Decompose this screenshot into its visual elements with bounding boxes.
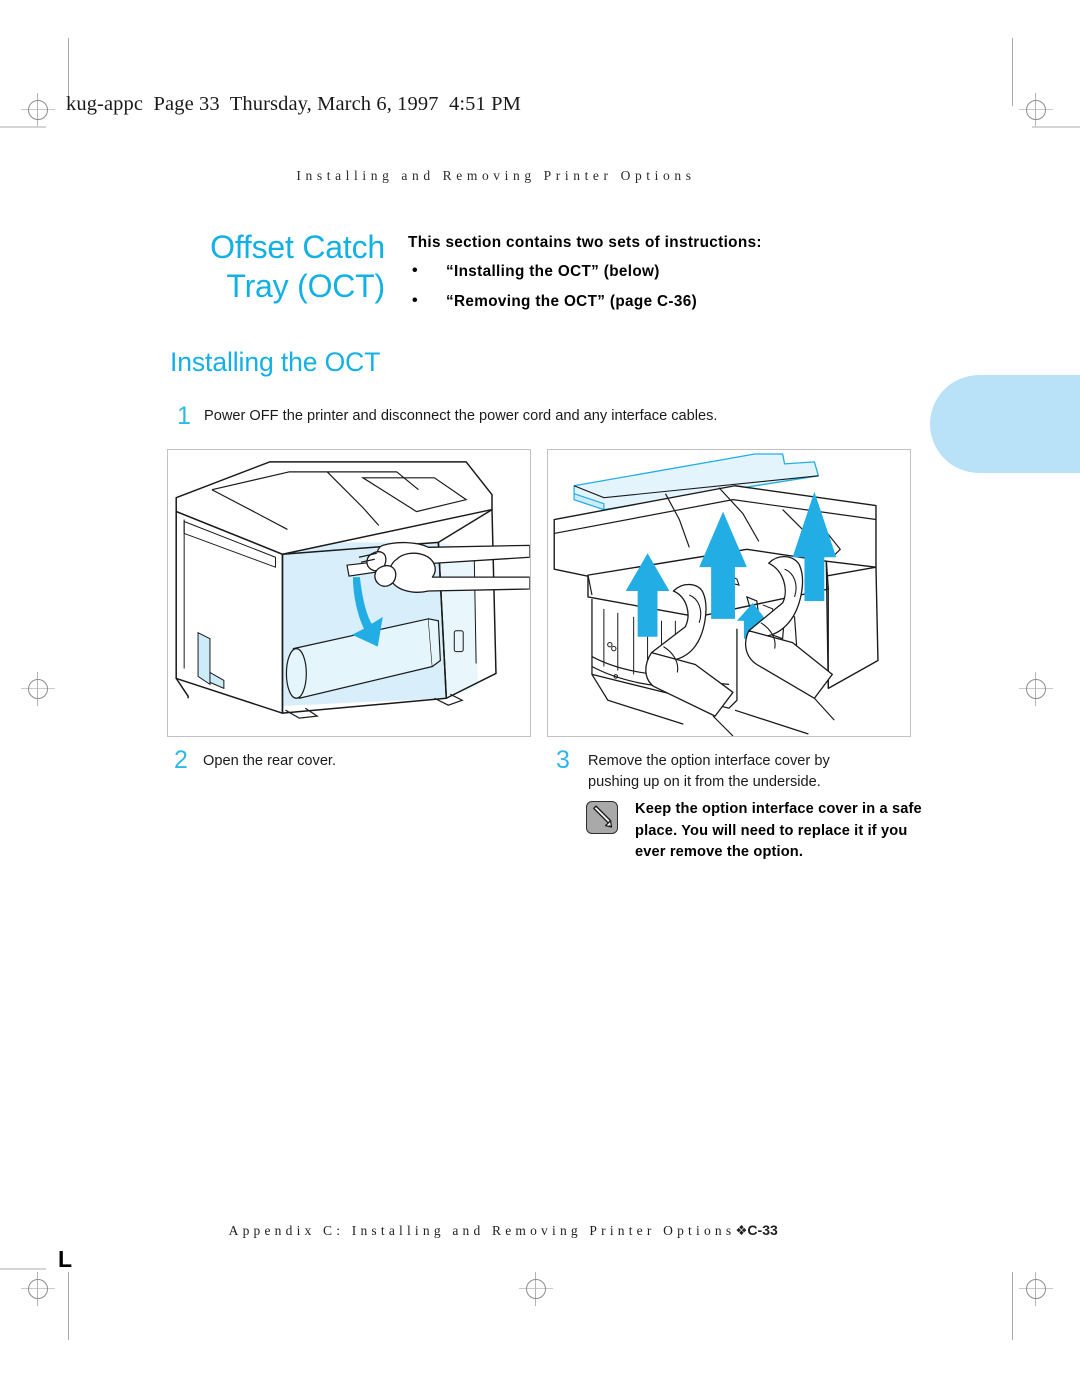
pencil-icon [586,801,618,834]
list-item-label[interactable]: “Installing the OCT” (below) [446,263,660,280]
list-item: • “Installing the OCT” (below) [408,262,878,281]
step-number-2: 2 [174,746,188,774]
registration-mark-bottom-left [21,1272,55,1306]
registration-mark-middle-left [21,672,55,706]
page-title-line-2: Tray (OCT) [226,268,385,304]
corner-crop-mark: L [58,1246,73,1272]
file-header-line: kug-appc Page 33 Thursday, March 6, 1997… [66,93,521,115]
trim-line-bottom-left-h [0,1268,46,1270]
option-interface-cover-illustration [547,449,911,737]
trim-line-top-left-h [0,126,46,128]
reg-circle [1026,679,1046,699]
chapter-thumb-tab [930,375,1080,473]
registration-mark-middle-right [1019,672,1053,706]
step-number-3: 3 [556,746,570,774]
reg-circle [1026,1279,1046,1299]
page-footer: Appendix C: Installing and Removing Prin… [0,1206,992,1239]
running-head: Installing and Removing Printer Options [296,168,696,183]
page-number: C-33 [747,1222,778,1238]
intro-bullet-list: • “Installing the OCT” (below) • “Removi… [408,262,878,311]
bullet-icon: • [412,262,418,279]
registration-mark-bottom-center [519,1272,553,1306]
note-callout: Keep the option interface cover in a saf… [586,799,926,864]
note-text: Keep the option interface cover in a saf… [635,801,922,860]
step-text-1: Power OFF the printer and disconnect the… [204,408,718,424]
trim-line-right-top [1012,38,1013,106]
section-heading: Installing the OCT [170,347,381,377]
reg-circle [28,1279,48,1299]
list-item-label[interactable]: “Removing the OCT” (page C-36) [446,293,697,310]
list-item: • “Removing the OCT” (page C-36) [408,292,878,311]
intro-lead-text: This section contains two sets of instru… [408,234,762,251]
step-text-3: Remove the option interface cover by pus… [588,753,830,790]
bullet-icon: • [412,292,418,309]
trim-line-left-bottom [68,1272,69,1340]
printer-rear-cover-illustration [167,449,531,737]
reg-circle [1026,100,1046,120]
footer-separator-icon: ❖ [735,1223,748,1238]
registration-mark-bottom-right [1019,1272,1053,1306]
trim-line-right-bottom [1012,1272,1013,1340]
reg-circle [28,100,48,120]
registration-mark-top-right [1019,93,1053,127]
registration-mark-top-left [21,93,55,127]
footer-text: Appendix C: Installing and Removing Prin… [228,1223,736,1238]
step-number-1: 1 [177,402,191,430]
page-title-line-1: Offset Catch [210,229,385,265]
step-text-2: Open the rear cover. [203,753,337,769]
intro-block: This section contains two sets of instru… [408,233,878,322]
reg-circle [526,1279,546,1299]
page-title: Offset Catch Tray (OCT) [120,228,385,306]
reg-circle [28,679,48,699]
trim-line-top-right-h [1032,126,1080,128]
